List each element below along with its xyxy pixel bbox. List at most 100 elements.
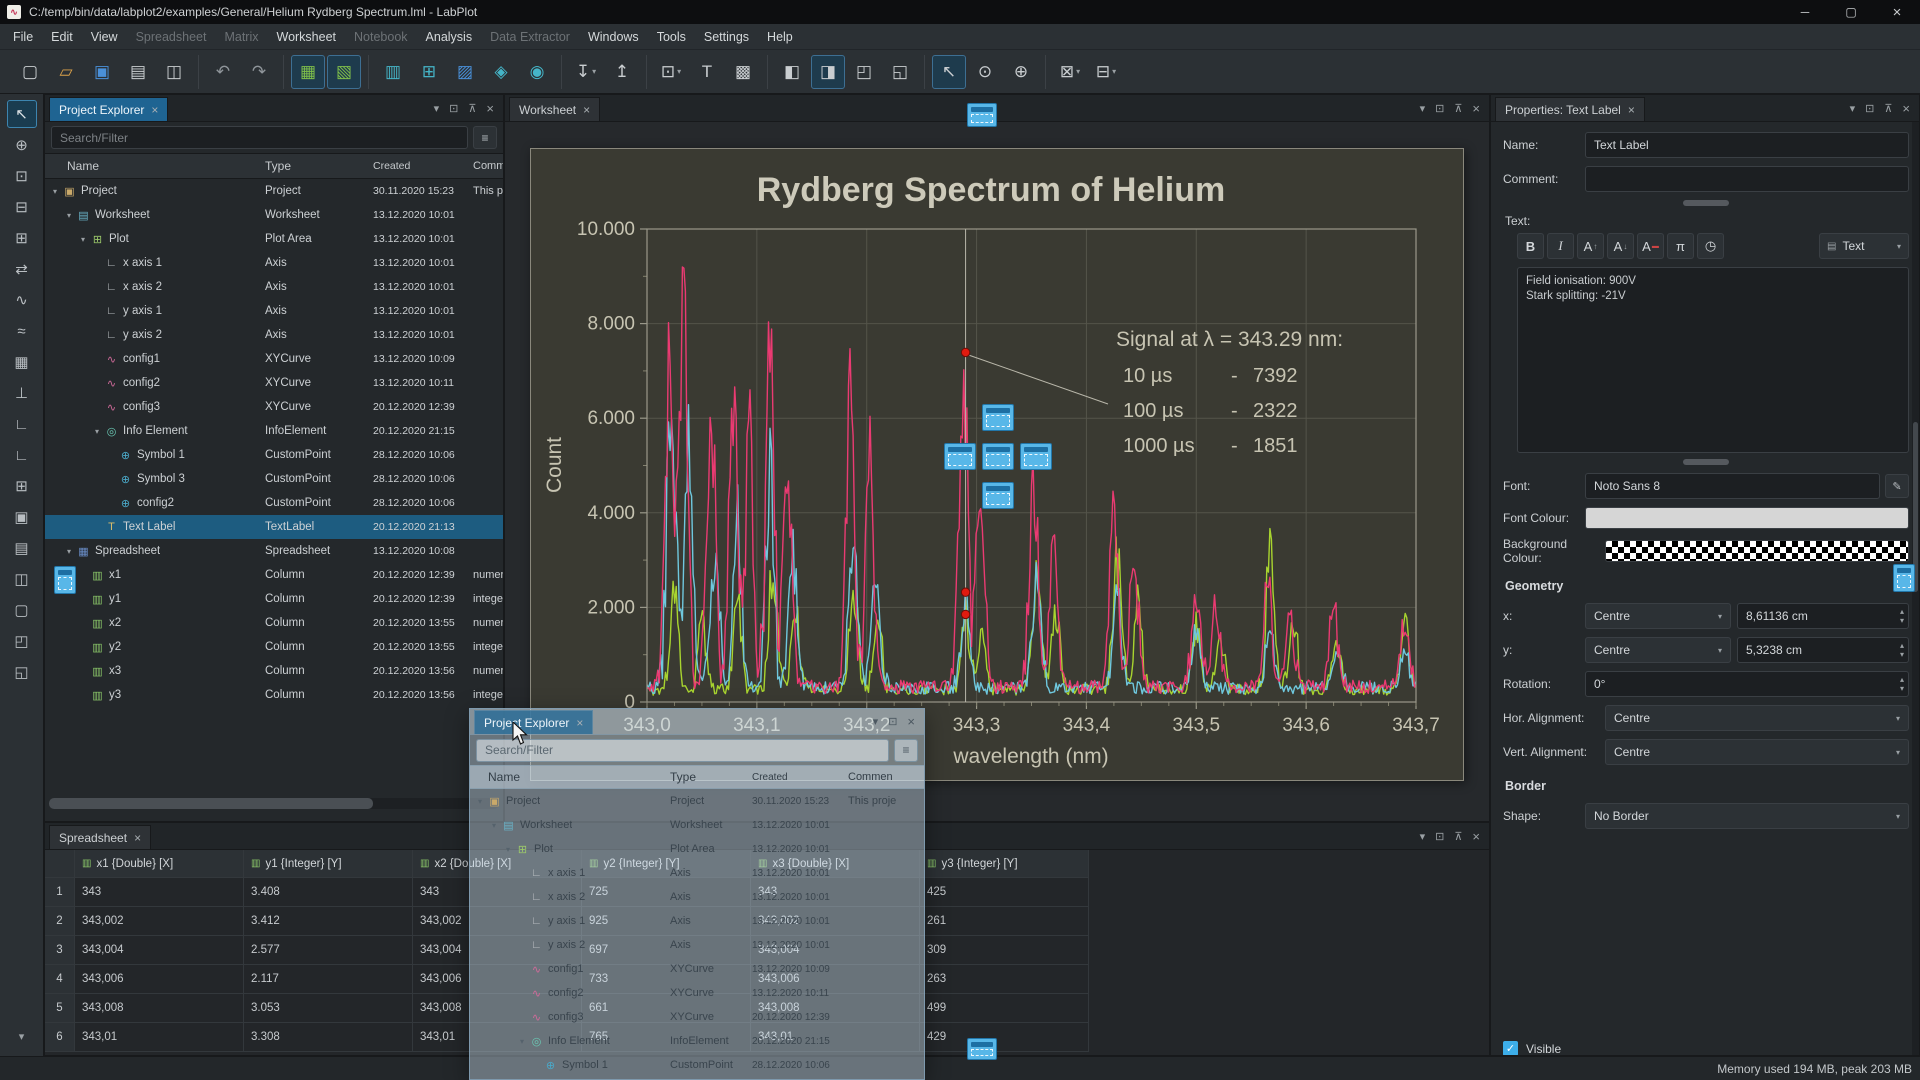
- expander-icon[interactable]: ▾: [77, 235, 89, 244]
- pin-icon[interactable]: ⊼: [1454, 102, 1462, 115]
- cell[interactable]: 2.577: [244, 936, 413, 965]
- tree-item-x-axis-2[interactable]: ∟x axis 2Axis13.12.2020 10:01: [45, 275, 503, 299]
- column-header-comment[interactable]: Commen: [473, 160, 503, 172]
- tab-properties[interactable]: Properties: Text Label ×: [1495, 97, 1645, 121]
- row-number[interactable]: 3: [45, 936, 75, 965]
- tree-item-project[interactable]: ▾▣ProjectProject30.11.2020 15:23This pro…: [470, 789, 924, 813]
- tree-item-y1[interactable]: ▥y1Column20.12.2020 12:39integer da: [45, 587, 503, 611]
- font-picker-button[interactable]: ✎: [1885, 474, 1909, 498]
- menu-matrix[interactable]: Matrix: [215, 26, 267, 48]
- tree-item-x-axis-2[interactable]: ∟x axis 2Axis13.12.2020 10:01: [470, 885, 924, 909]
- close-icon[interactable]: ×: [907, 714, 915, 729]
- spinner-arrows-icon[interactable]: ▴▾: [1900, 675, 1904, 693]
- tree-item-x3[interactable]: ▥x3Column20.12.2020 13:56numerical: [45, 659, 503, 683]
- more-tools-button[interactable]: ◱: [7, 658, 37, 686]
- cell[interactable]: 3.308: [244, 1023, 413, 1052]
- tree-item-config2[interactable]: ⊕config2CustomPoint28.12.2020 10:06: [45, 491, 503, 515]
- x-mode-select[interactable]: Centre ▾: [1585, 603, 1731, 629]
- tree-item-x1[interactable]: ▥x1Column20.12.2020 12:39numerical: [45, 563, 503, 587]
- layout-vertical-button[interactable]: ◧: [775, 55, 809, 89]
- add-plot-button[interactable]: ⊡▾: [654, 55, 688, 89]
- menu-data-extractor[interactable]: Data Extractor: [481, 26, 579, 48]
- print-button[interactable]: ▤: [121, 55, 155, 89]
- insert-symbol-button[interactable]: π: [1667, 233, 1694, 259]
- import-file-button[interactable]: ↧▾: [569, 55, 603, 89]
- cell[interactable]: 343,002: [75, 907, 244, 936]
- tree-item-y-axis-1[interactable]: ∟y axis 1Axis13.12.2020 10:01: [45, 299, 503, 323]
- add-image-button[interactable]: ▩: [726, 55, 760, 89]
- expander-icon[interactable]: ▾: [91, 427, 103, 436]
- expander-icon[interactable]: ▾: [516, 1037, 528, 1046]
- add-legend-button[interactable]: ∟: [7, 441, 37, 469]
- cell[interactable]: 343,01: [75, 1023, 244, 1052]
- cell[interactable]: 2.117: [244, 965, 413, 994]
- visible-checkbox[interactable]: ✓: [1503, 1041, 1518, 1056]
- corner-cell[interactable]: [45, 850, 75, 878]
- add-image-element-button[interactable]: ▣: [7, 503, 37, 531]
- zoom-fit-button[interactable]: ◰: [7, 627, 37, 655]
- save-project-button[interactable]: ▣: [85, 55, 119, 89]
- zoom-y-select-mode-button[interactable]: ⊞: [7, 224, 37, 252]
- pan-mode-button[interactable]: ⇄: [7, 255, 37, 283]
- dock-menu-icon[interactable]: ▾: [873, 715, 879, 728]
- close-icon[interactable]: ×: [486, 101, 494, 116]
- select-mode-button[interactable]: ↖: [7, 100, 37, 128]
- new-matrix-button[interactable]: ⊞: [412, 55, 446, 89]
- navigate-mode-button[interactable]: ⊕: [1004, 55, 1038, 89]
- cell[interactable]: 309: [920, 936, 1089, 965]
- tree-item-plot[interactable]: ▾⊞PlotPlot Area13.12.2020 10:01: [470, 837, 924, 861]
- menu-analysis[interactable]: Analysis: [417, 26, 482, 48]
- row-number[interactable]: 4: [45, 965, 75, 994]
- tab-spreadsheet[interactable]: Spreadsheet ×: [49, 825, 151, 849]
- new-workbook-button[interactable]: ▦: [291, 55, 325, 89]
- text-editor[interactable]: Field ionisation: 900V Stark splitting: …: [1517, 267, 1909, 453]
- dock-menu-icon[interactable]: ▾: [1420, 830, 1426, 843]
- tree-item-x2[interactable]: ▥x2Column20.12.2020 13:55numerical: [45, 611, 503, 635]
- add-vertical-axis-button[interactable]: ⊥: [7, 379, 37, 407]
- crosshair-mode-button[interactable]: ⊙: [968, 55, 1002, 89]
- cell[interactable]: 3.053: [244, 994, 413, 1023]
- row-number[interactable]: 6: [45, 1023, 75, 1052]
- superscript-button[interactable]: A↑: [1577, 233, 1604, 259]
- tree-item-config3[interactable]: ∿config3XYCurve20.12.2020 12:39: [45, 395, 503, 419]
- row-number[interactable]: 5: [45, 994, 75, 1023]
- comment-field[interactable]: [1585, 166, 1909, 192]
- scrollbar-handle[interactable]: [49, 798, 373, 809]
- insert-datetime-button[interactable]: ◷: [1697, 233, 1724, 259]
- column-header-name[interactable]: Name: [45, 159, 265, 173]
- italic-button[interactable]: I: [1547, 233, 1574, 259]
- expander-icon[interactable]: ▾: [63, 211, 75, 220]
- dock-menu-icon[interactable]: ▾: [1420, 102, 1426, 115]
- dock-menu-icon[interactable]: ▾: [434, 102, 440, 115]
- add-equation-curve-button[interactable]: ≈: [7, 317, 37, 345]
- tree-item-symbol-3[interactable]: ⊕Symbol 3CustomPoint28.12.2020 10:06: [45, 467, 503, 491]
- cell[interactable]: 3.408: [244, 878, 413, 907]
- zoom-x-select-mode-button[interactable]: ⊟: [7, 193, 37, 221]
- tree-item-x-axis-1[interactable]: ∟x axis 1Axis13.12.2020 10:01: [45, 251, 503, 275]
- column-header-type[interactable]: Type: [265, 159, 373, 173]
- layout-grid-button[interactable]: ◰: [847, 55, 881, 89]
- close-icon[interactable]: ×: [1472, 829, 1480, 844]
- column-header-created[interactable]: Created: [373, 160, 473, 172]
- expander-icon[interactable]: ▾: [502, 845, 514, 854]
- redo-button[interactable]: ↷: [242, 55, 276, 89]
- menu-windows[interactable]: Windows: [579, 26, 648, 48]
- search-input[interactable]: [476, 739, 889, 762]
- tree-item-y2[interactable]: ▥y2Column20.12.2020 13:55integer da: [45, 635, 503, 659]
- tree-item-config1[interactable]: ∿config1XYCurve13.12.2020 10:09: [470, 957, 924, 981]
- float-icon[interactable]: ⊡: [449, 102, 458, 115]
- tree-item-info-element[interactable]: ▾◎Info ElementInfoElement20.12.2020 21:1…: [45, 419, 503, 443]
- row-number[interactable]: 2: [45, 907, 75, 936]
- tree-item-symbol-1[interactable]: ⊕Symbol 1CustomPoint28.12.2020 10:06: [45, 443, 503, 467]
- filter-options-button[interactable]: ≡: [473, 126, 497, 149]
- add-xy-curve-button[interactable]: ∿: [7, 286, 37, 314]
- menu-file[interactable]: File: [4, 26, 42, 48]
- layout-horizontal-button[interactable]: ◨: [811, 55, 845, 89]
- expander-icon[interactable]: ▾: [474, 797, 486, 806]
- hor-alignment-select[interactable]: Centre ▾: [1605, 705, 1909, 731]
- expander-icon[interactable]: ▾: [63, 547, 75, 556]
- y-mode-select[interactable]: Centre ▾: [1585, 637, 1731, 663]
- add-horizontal-axis-button[interactable]: ∟: [7, 410, 37, 438]
- tree-item-symbol-1[interactable]: ⊕Symbol 1CustomPoint28.12.2020 10:06: [470, 1053, 924, 1077]
- cell[interactable]: 343,006: [75, 965, 244, 994]
